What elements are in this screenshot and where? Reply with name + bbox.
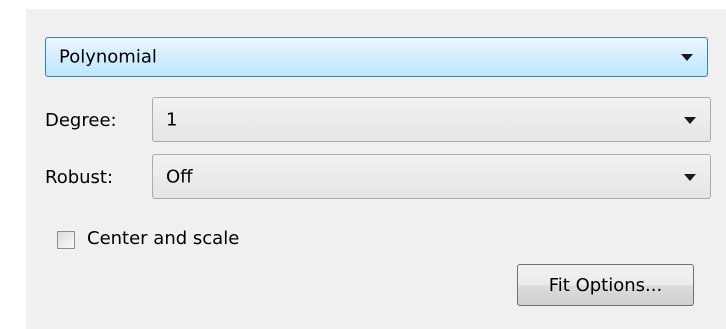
chevron-down-icon [681,54,693,61]
degree-label: Degree: [45,110,117,131]
degree-dropdown[interactable]: 1 [152,97,711,142]
degree-value: 1 [166,109,178,130]
fit-options-button[interactable]: Fit Options... [517,264,694,306]
model-type-value: Polynomial [59,46,157,68]
center-and-scale-checkbox[interactable] [57,231,75,249]
robust-label: Robust: [45,167,114,188]
model-type-dropdown[interactable]: Polynomial [45,37,708,77]
chevron-down-icon [684,116,696,124]
chevron-down-icon [684,173,696,181]
robust-dropdown[interactable]: Off [152,154,711,199]
center-and-scale-label[interactable]: Center and scale [87,228,239,249]
robust-value: Off [166,166,193,187]
